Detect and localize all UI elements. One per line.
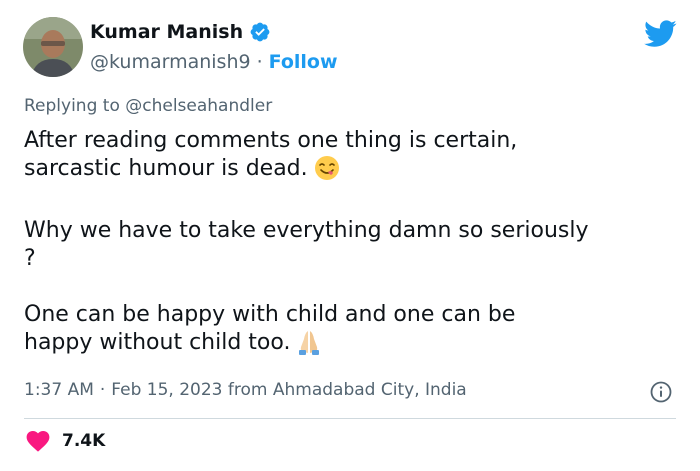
tweet-meta: 1:37 AM · Feb 15, 2023 from Ahmadabad City… bbox=[24, 380, 467, 400]
divider bbox=[24, 418, 676, 419]
tweet-card: Kumar Manish @kumarmanish9 · Follow Repl… bbox=[0, 0, 700, 471]
tweet-line-with-emoji: sarcastic humour is dead. bbox=[24, 155, 684, 189]
tweet-line: sarcastic humour is dead. bbox=[24, 156, 308, 181]
author-name-row: Kumar Manish bbox=[90, 21, 271, 43]
replying-to-prefix: Replying to bbox=[24, 96, 120, 116]
tweet-line: One can be happy with child and one can … bbox=[24, 302, 516, 327]
meta-separator: · bbox=[99, 380, 106, 400]
info-icon[interactable] bbox=[650, 381, 672, 407]
replying-to-mention[interactable]: @chelseahandler bbox=[125, 96, 272, 116]
author-handle-row: @kumarmanish9 · Follow bbox=[90, 51, 338, 73]
author-display-name[interactable]: Kumar Manish bbox=[90, 21, 243, 43]
tweet-line: After reading comments one thing is cert… bbox=[24, 128, 518, 153]
tweet-line: happy without child too. bbox=[24, 330, 291, 355]
heart-icon bbox=[26, 430, 50, 452]
tweet-date[interactable]: Feb 15, 2023 bbox=[111, 380, 222, 400]
avatar[interactable] bbox=[23, 17, 83, 77]
tweet-line-with-emoji: happy without child too. bbox=[24, 329, 684, 363]
tweet-location: from Ahmadabad City, India bbox=[227, 380, 467, 400]
like-count: 7.4K bbox=[62, 431, 106, 451]
handle-separator: · bbox=[256, 51, 263, 73]
face-savoring-food-emoji bbox=[314, 155, 340, 189]
tweet-line: ? bbox=[24, 246, 36, 271]
replying-to-line: Replying to @chelseahandler bbox=[24, 96, 272, 116]
author-handle[interactable]: @kumarmanish9 bbox=[90, 51, 251, 73]
tweet-time[interactable]: 1:37 AM bbox=[24, 380, 94, 400]
twitter-bird-icon[interactable] bbox=[644, 20, 677, 52]
tweet-text: After reading comments one thing is cert… bbox=[24, 127, 684, 363]
follow-button[interactable]: Follow bbox=[269, 51, 338, 73]
tweet-line: Why we have to take everything damn so s… bbox=[24, 218, 589, 243]
folded-hands-emoji bbox=[296, 329, 322, 363]
verified-badge-icon bbox=[249, 21, 271, 43]
like-button[interactable]: 7.4K bbox=[26, 430, 105, 452]
